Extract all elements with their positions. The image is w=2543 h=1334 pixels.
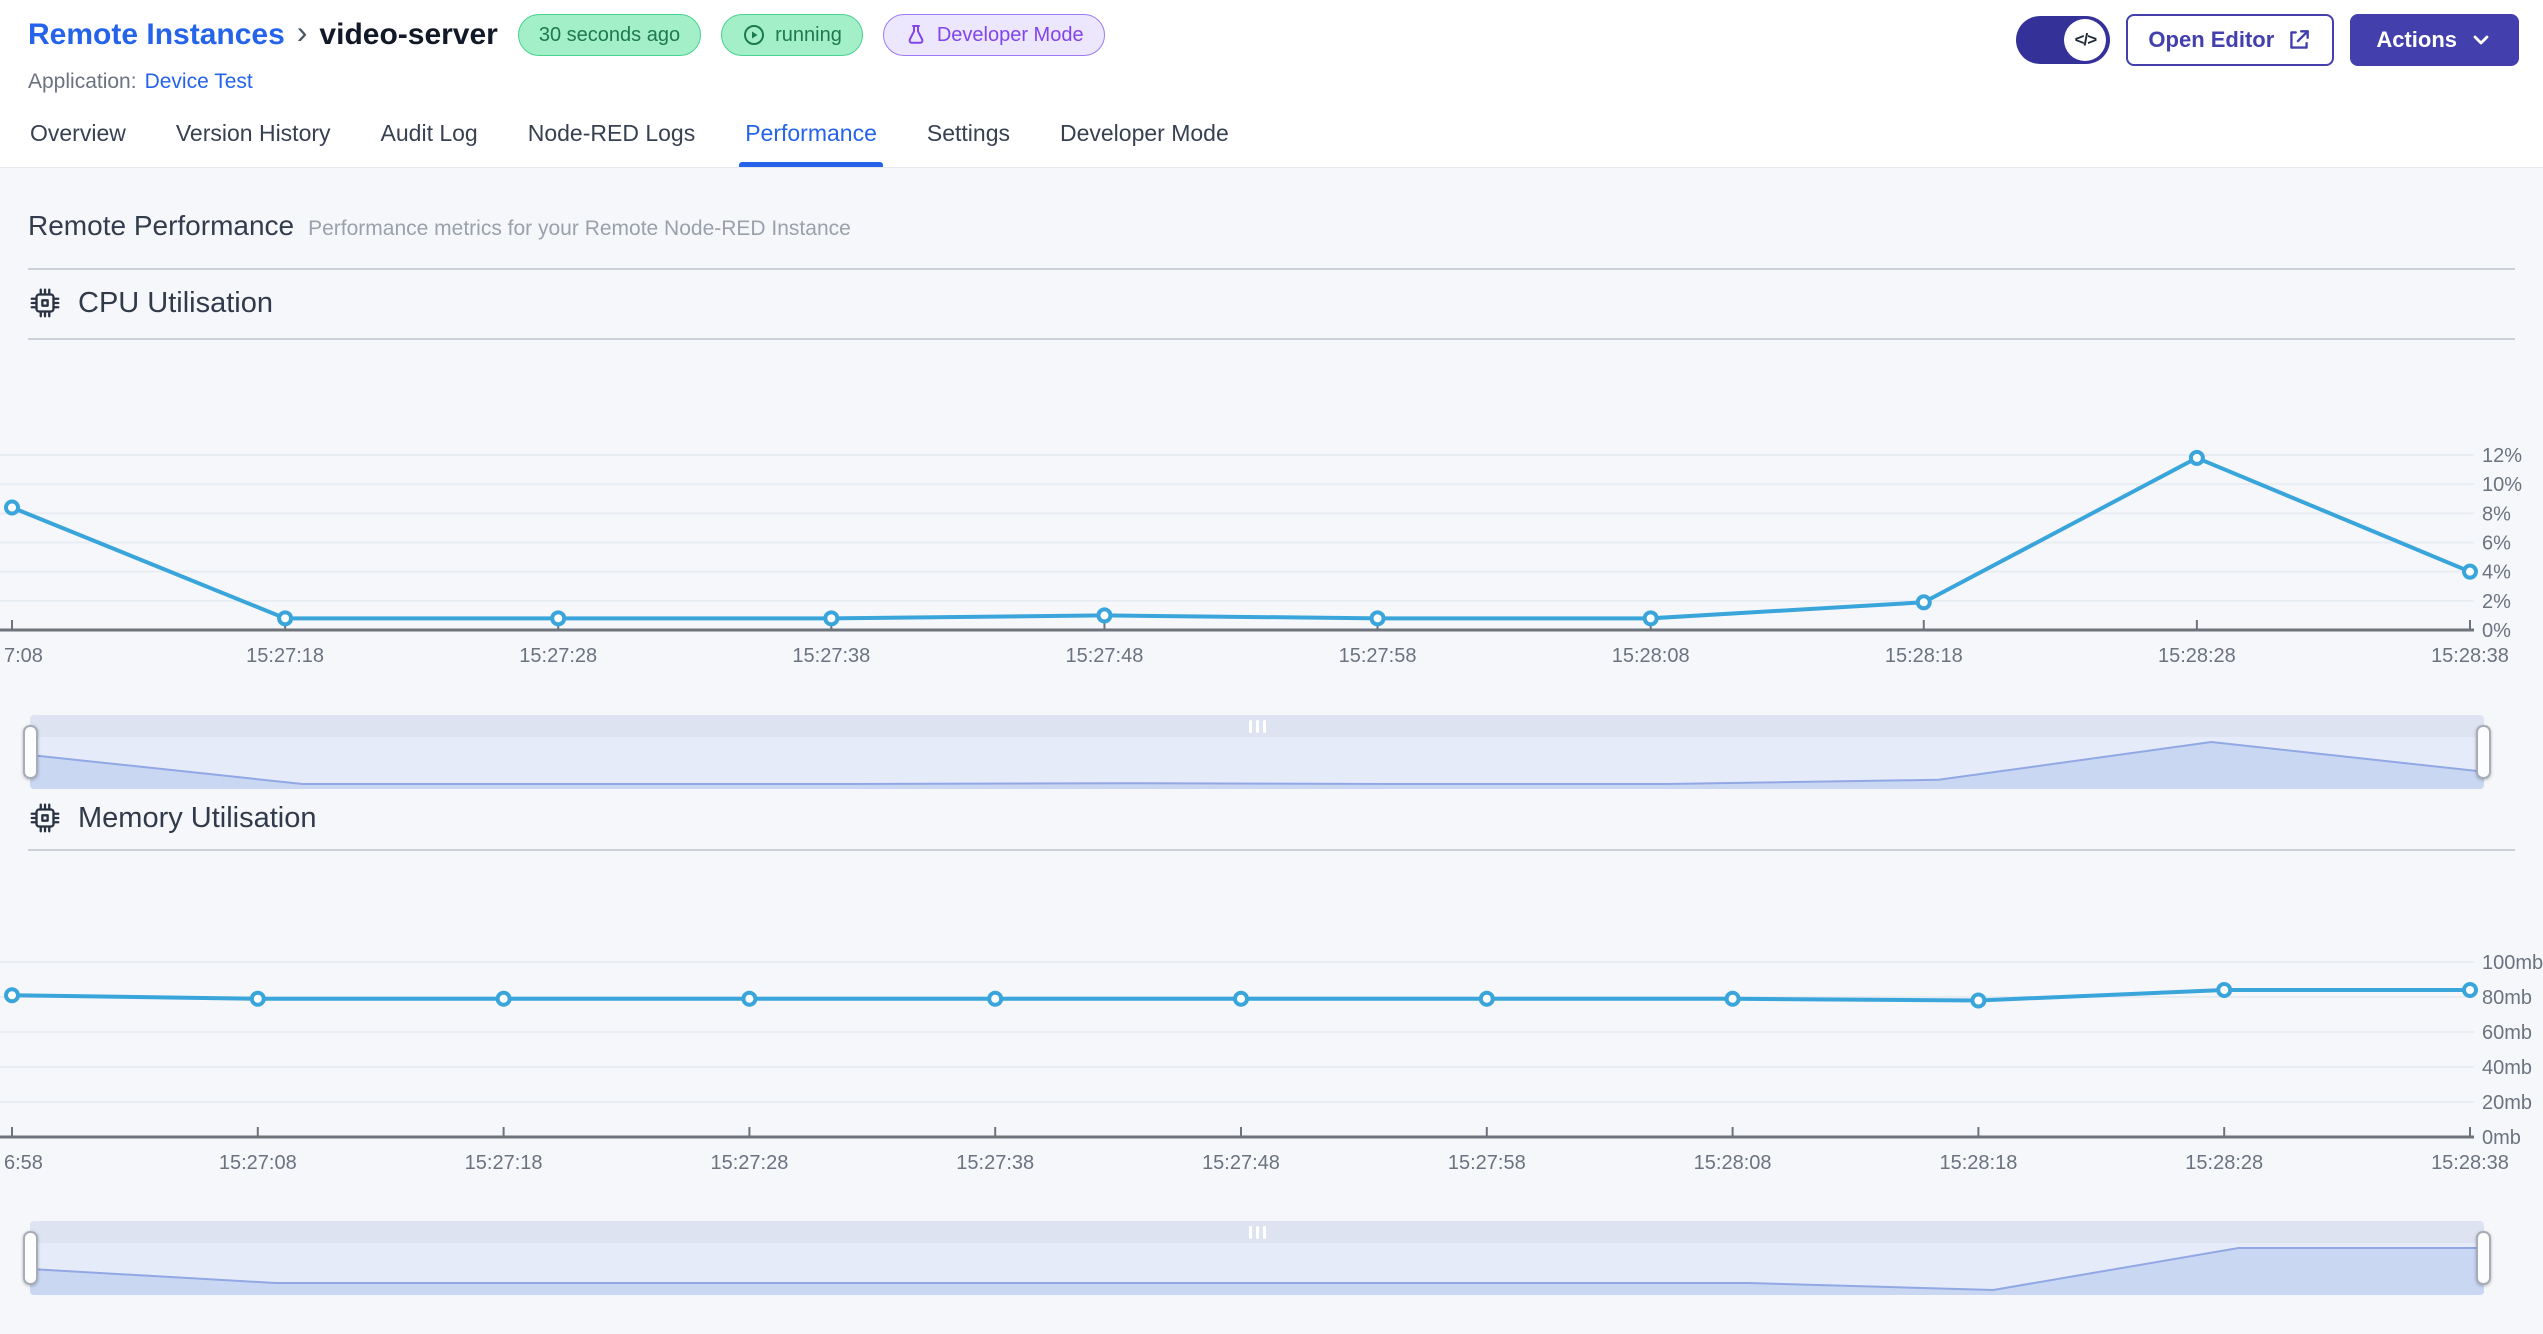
memory-brush-handle-left[interactable] — [23, 1231, 38, 1285]
actions-label: Actions — [2376, 27, 2457, 52]
svg-text:15:27:58: 15:27:58 — [1339, 645, 1417, 667]
application-link[interactable]: Device Test — [145, 70, 253, 94]
performance-page: Remote Performance Performance metrics f… — [0, 168, 2543, 1334]
page-head: Remote Performance Performance metrics f… — [0, 210, 2543, 242]
svg-text:15:28:38: 15:28:38 — [2431, 1152, 2509, 1174]
svg-text:15:28:38: 15:28:38 — [2431, 645, 2509, 667]
open-editor-button[interactable]: Open Editor — [2126, 14, 2335, 66]
svg-text:0mb: 0mb — [2482, 1127, 2521, 1149]
developer-mode-badge: Developer Mode — [882, 14, 1105, 56]
breadcrumb-remote-instances-link[interactable]: Remote Instances — [28, 18, 285, 52]
svg-text:15:27:28: 15:27:28 — [519, 645, 597, 667]
status-badge: running — [721, 14, 863, 56]
memory-brush-minimap[interactable] — [30, 1243, 2484, 1295]
brush-grip-icon[interactable] — [1248, 1225, 1266, 1239]
svg-text:12%: 12% — [2482, 445, 2522, 467]
cpu-brush-minimap[interactable] — [30, 737, 2484, 789]
svg-text:15:28:08: 15:28:08 — [1612, 645, 1690, 667]
svg-text:15:27:58: 15:27:58 — [1448, 1152, 1526, 1174]
cpu-brush-strip[interactable] — [30, 715, 2484, 737]
memory-brush-handle-right[interactable] — [2476, 1231, 2491, 1285]
tab-overview[interactable]: Overview — [28, 120, 128, 167]
tab-node-red-logs[interactable]: Node-RED Logs — [526, 120, 697, 167]
cpu-section-head: CPU Utilisation — [0, 286, 2543, 320]
last-seen-badge-label: 30 seconds ago — [538, 23, 681, 46]
instance-tabbar: Overview Version History Audit Log Node-… — [0, 94, 2543, 168]
tab-settings[interactable]: Settings — [925, 120, 1012, 167]
svg-text:7:08: 7:08 — [4, 645, 43, 667]
svg-text:6%: 6% — [2482, 533, 2511, 555]
tab-audit-log[interactable]: Audit Log — [379, 120, 480, 167]
chevron-down-icon — [2473, 35, 2489, 45]
svg-text:15:28:18: 15:28:18 — [1939, 1152, 2017, 1174]
svg-text:15:27:28: 15:27:28 — [710, 1152, 788, 1174]
tab-version-history[interactable]: Version History — [174, 120, 333, 167]
svg-text:15:28:18: 15:28:18 — [1885, 645, 1963, 667]
svg-text:15:28:28: 15:28:28 — [2158, 645, 2236, 667]
developer-mode-badge-label: Developer Mode — [936, 23, 1084, 46]
application-label: Application: — [28, 70, 137, 93]
svg-text:15:27:18: 15:27:18 — [465, 1152, 543, 1174]
page-subtitle: Performance metrics for your Remote Node… — [308, 217, 851, 240]
cpu-section-title: CPU Utilisation — [78, 286, 273, 319]
svg-text:0%: 0% — [2482, 620, 2511, 642]
svg-text:15:27:08: 15:27:08 — [219, 1152, 297, 1174]
svg-text:15:28:28: 15:28:28 — [2185, 1152, 2263, 1174]
svg-text:80mb: 80mb — [2482, 987, 2532, 1009]
svg-text:15:27:38: 15:27:38 — [956, 1152, 1034, 1174]
memory-section-head: Memory Utilisation — [0, 801, 2543, 835]
svg-text:6:58: 6:58 — [4, 1152, 43, 1174]
status-badge-label: running — [775, 23, 842, 46]
memory-utilisation-section: Memory Utilisation 0mb 20mb 40mb 60mb 80mb 10… — [0, 801, 2543, 1295]
brush-grip-icon[interactable] — [1248, 719, 1266, 733]
flask-icon — [908, 25, 924, 44]
breadcrumb-separator-icon: › — [296, 14, 308, 50]
play-circle-icon — [744, 25, 765, 45]
page-title: Remote Performance — [28, 210, 295, 241]
svg-text:8%: 8% — [2482, 503, 2511, 525]
developer-mode-toggle[interactable]: </> — [2016, 16, 2111, 64]
svg-text:15:27:18: 15:27:18 — [246, 645, 324, 667]
cpu-brush-handle-right[interactable] — [2476, 725, 2491, 779]
svg-text:60mb: 60mb — [2482, 1022, 2532, 1044]
open-editor-label: Open Editor — [2148, 27, 2275, 52]
external-link-icon — [2290, 30, 2310, 49]
memory-chart: 0mb 20mb 40mb 60mb 80mb 100mb 6:58 15:27:08 15:2… — [0, 851, 2543, 1181]
svg-text:15:27:38: 15:27:38 — [792, 645, 870, 667]
svg-text:15:28:08: 15:28:08 — [1694, 1152, 1772, 1174]
svg-text:40mb: 40mb — [2482, 1057, 2532, 1079]
cpu-utilisation-section: CPU Utilisation 0% 2% 4% 6% 8% 10% 12% 7:08 15:2… — [0, 286, 2543, 789]
code-icon: </> — [2064, 19, 2107, 61]
svg-text:15:27:48: 15:27:48 — [1202, 1152, 1280, 1174]
application-row: Application: Device Test — [28, 70, 1105, 94]
header: Remote Instances › video-server 30 secon… — [0, 0, 2543, 94]
breadcrumb: Remote Instances › video-server — [28, 16, 498, 54]
memory-chart-brush[interactable] — [23, 1221, 2491, 1295]
svg-text:100mb: 100mb — [2482, 952, 2543, 974]
svg-text:15:27:48: 15:27:48 — [1066, 645, 1144, 667]
svg-text:2%: 2% — [2482, 591, 2511, 613]
divider — [28, 268, 2515, 270]
header-actions: </> Open Editor Actions — [2016, 14, 2519, 66]
svg-text:4%: 4% — [2482, 562, 2511, 584]
cpu-brush-handle-left[interactable] — [23, 725, 38, 779]
cpu-chart: 0% 2% 4% 6% 8% 10% 12% 7:08 15:27:18 15:27:28 15:2… — [0, 340, 2543, 675]
tab-developer-mode[interactable]: Developer Mode — [1058, 120, 1231, 167]
header-left: Remote Instances › video-server 30 secon… — [28, 14, 1105, 94]
breadcrumb-current-instance: video-server — [319, 18, 498, 51]
cpu-chip-icon — [30, 288, 60, 318]
cpu-chart-brush[interactable] — [23, 715, 2491, 789]
svg-text:20mb: 20mb — [2482, 1092, 2532, 1114]
svg-text:10%: 10% — [2482, 474, 2522, 496]
tab-performance[interactable]: Performance — [739, 120, 883, 167]
cpu-chip-icon — [30, 803, 60, 833]
memory-section-title: Memory Utilisation — [78, 801, 317, 834]
memory-brush-strip[interactable] — [30, 1221, 2484, 1243]
last-seen-badge: 30 seconds ago — [517, 14, 702, 56]
actions-button[interactable]: Actions — [2350, 14, 2519, 66]
